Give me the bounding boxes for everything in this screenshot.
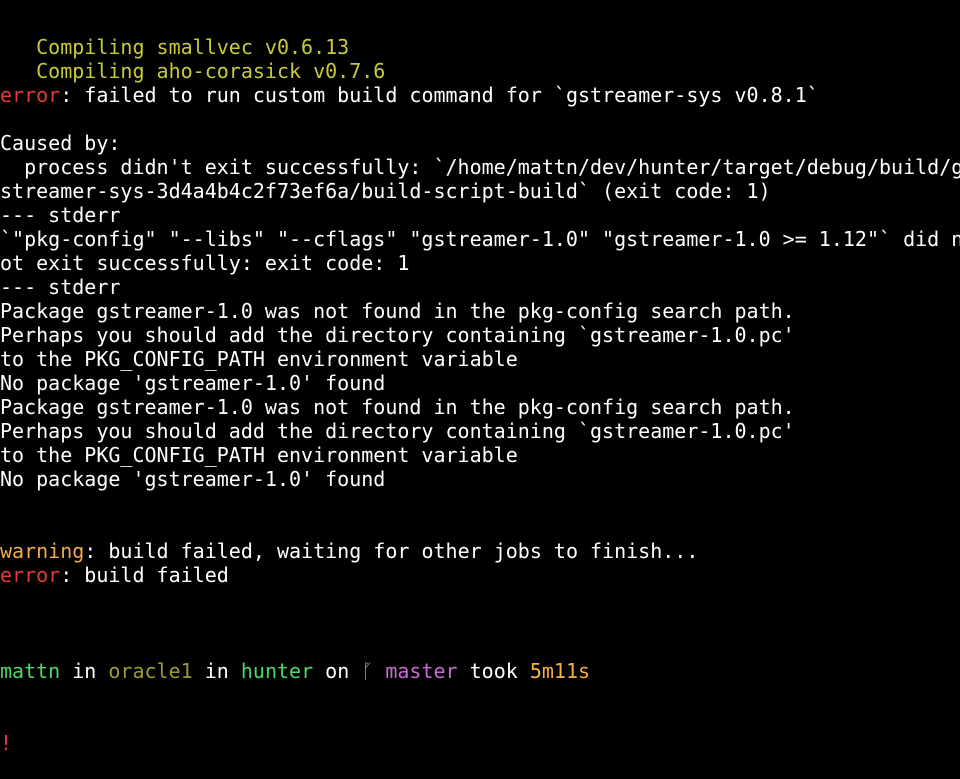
prompt-on: on xyxy=(313,659,362,683)
output-text: Caused by: xyxy=(0,131,121,155)
output-text: Package gstreamer-1.0 was not found in t… xyxy=(0,395,795,419)
output-text: streamer-sys-3d4a4b4c2f73ef6a/build-scri… xyxy=(0,179,771,203)
git-branch-icon: ᚵ xyxy=(361,659,374,683)
output-text: Perhaps you should add the directory con… xyxy=(0,419,795,443)
output-line: error: failed to run custom build comman… xyxy=(0,83,960,107)
prompt-input-line[interactable]: ! xyxy=(0,731,960,755)
prompt-user: mattn xyxy=(0,659,61,683)
output-text: Package gstreamer-1.0 was not found in t… xyxy=(0,299,795,323)
output-text: No package 'gstreamer-1.0' found xyxy=(0,371,386,395)
output-line: Compiling smallvec v0.6.13 xyxy=(0,35,960,59)
output-line: Perhaps you should add the directory con… xyxy=(0,419,960,443)
output-line: Package gstreamer-1.0 was not found in t… xyxy=(0,395,960,419)
output-text: Perhaps you should add the directory con… xyxy=(0,323,795,347)
output-line: --- stderr xyxy=(0,203,960,227)
output-line: warning: build failed, waiting for other… xyxy=(0,539,960,563)
output-lines: Compiling smallvec v0.6.13 Compiling aho… xyxy=(0,35,960,611)
prompt-branch: master xyxy=(373,659,458,683)
output-text: Compiling aho-corasick v0.7.6 xyxy=(0,59,386,83)
output-line: to the PKG_CONFIG_PATH environment varia… xyxy=(0,347,960,371)
output-text: --- stderr xyxy=(0,275,121,299)
output-text: : build failed xyxy=(60,563,229,587)
output-line: Package gstreamer-1.0 was not found in t… xyxy=(0,299,960,323)
output-text: Compiling smallvec v0.6.13 xyxy=(0,35,350,59)
output-line: Compiling aho-corasick v0.7.6 xyxy=(0,59,960,83)
output-text: : failed to run custom build command for… xyxy=(60,83,819,107)
output-text: : build failed, waiting for other jobs t… xyxy=(84,539,699,563)
output-line: to the PKG_CONFIG_PATH environment varia… xyxy=(0,443,960,467)
prompt-directory: hunter xyxy=(240,659,314,683)
prompt-in-1: in xyxy=(60,659,109,683)
output-line: No package 'gstreamer-1.0' found xyxy=(0,467,960,491)
error-label: error xyxy=(0,563,61,587)
output-line: Caused by: xyxy=(0,131,960,155)
output-text: ot exit successfully: exit code: 1 xyxy=(0,251,410,275)
prompt-symbol: ! xyxy=(0,731,13,755)
prompt-line: mattn in oracle1 in hunter on ᚵ master t… xyxy=(0,659,960,683)
output-line: error: build failed xyxy=(0,563,960,587)
output-text: to the PKG_CONFIG_PATH environment varia… xyxy=(0,347,518,371)
output-line: ot exit successfully: exit code: 1 xyxy=(0,251,960,275)
output-line: --- stderr xyxy=(0,275,960,299)
terminal-output: Compiling smallvec v0.6.13 Compiling aho… xyxy=(0,0,960,779)
output-line: streamer-sys-3d4a4b4c2f73ef6a/build-scri… xyxy=(0,179,960,203)
output-text: `"pkg-config" "--libs" "--cflags" "gstre… xyxy=(0,227,960,251)
output-line: No package 'gstreamer-1.0' found xyxy=(0,371,960,395)
output-line: `"pkg-config" "--libs" "--cflags" "gstre… xyxy=(0,227,960,251)
output-text: --- stderr xyxy=(0,203,121,227)
prompt-in-2: in xyxy=(192,659,241,683)
prompt-took: took xyxy=(457,659,530,683)
output-text: process didn't exit successfully: `/home… xyxy=(0,155,960,179)
output-text: No package 'gstreamer-1.0' found xyxy=(0,467,386,491)
output-line: Perhaps you should add the directory con… xyxy=(0,323,960,347)
warning-label: warning xyxy=(0,539,85,563)
error-label: error xyxy=(0,83,61,107)
output-line: process didn't exit successfully: `/home… xyxy=(0,155,960,179)
output-text: to the PKG_CONFIG_PATH environment varia… xyxy=(0,443,518,467)
prompt-duration: 5m11s xyxy=(529,659,591,683)
prompt-host: oracle1 xyxy=(108,659,193,683)
